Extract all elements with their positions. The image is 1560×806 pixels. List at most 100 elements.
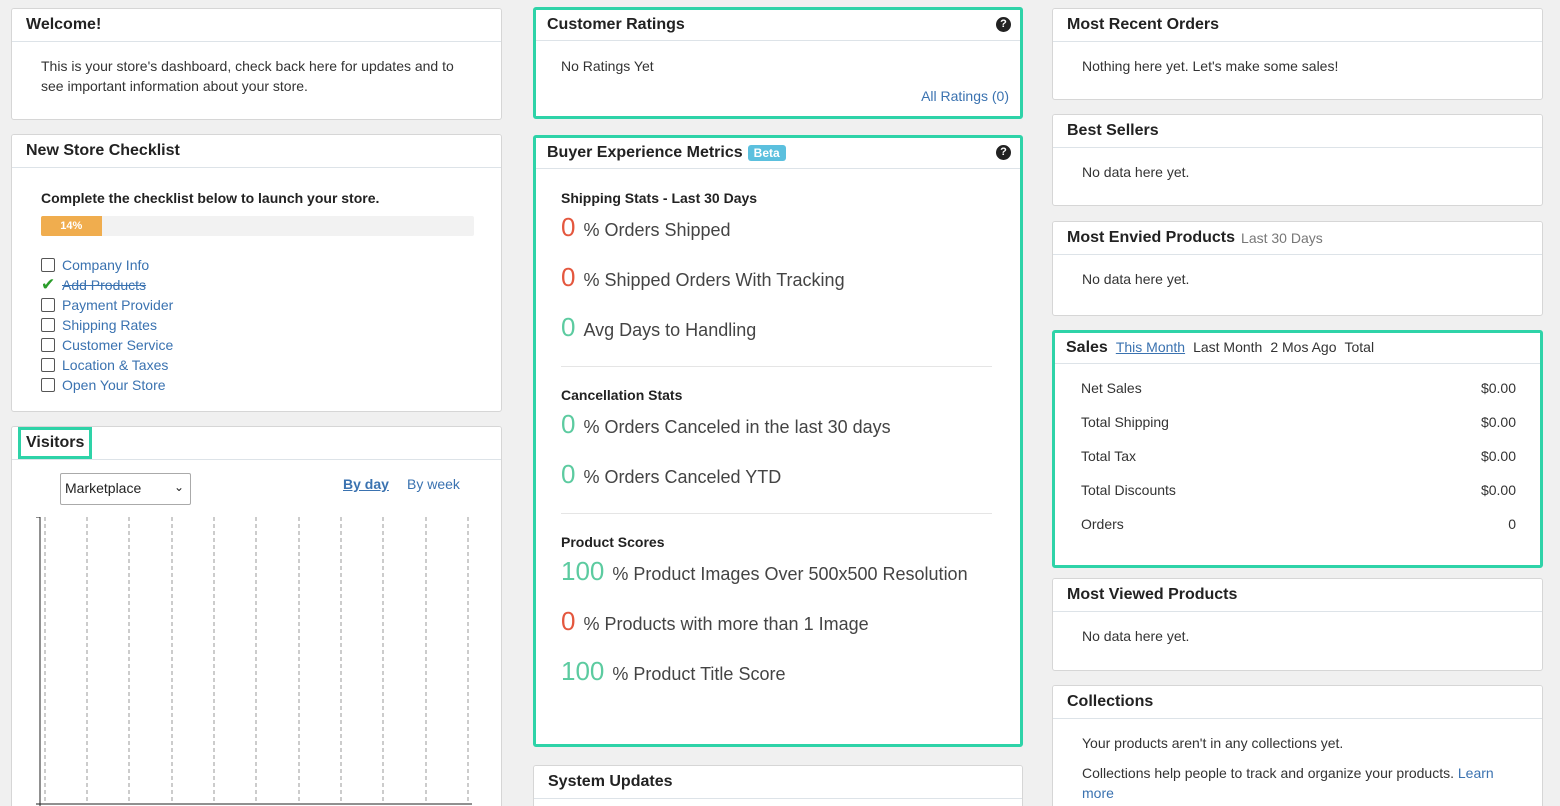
sales-row-value: $0.00	[1480, 414, 1516, 430]
visitors-chart	[36, 517, 472, 806]
visitors-source-value: Marketplace	[65, 480, 142, 496]
metrics-section: Cancellation Stats 0 % Orders Canceled in …	[536, 387, 1020, 509]
sales-row-value: $0.00	[1480, 380, 1516, 396]
help-icon[interactable]: ?	[996, 17, 1011, 32]
checkbox-icon[interactable]	[41, 298, 55, 312]
metric-label: % Product Title Score	[612, 664, 786, 684]
checkbox-icon[interactable]	[41, 358, 55, 372]
checklist-item[interactable]: ✔ Add Products	[41, 275, 472, 295]
metric-row: 0 % Orders Shipped	[561, 212, 992, 262]
ratings-title: Customer Ratings	[547, 16, 685, 33]
visitors-source-select[interactable]: Marketplace ⌄	[60, 473, 191, 505]
metric-row: 0 Avg Days to Handling	[561, 312, 992, 362]
by-week-link[interactable]: By week	[407, 476, 460, 492]
collections-panel: Collections Your products aren't in any …	[1052, 685, 1543, 806]
checklist-item-link[interactable]: Location & Taxes	[62, 355, 168, 375]
by-day-link[interactable]: By day	[343, 476, 389, 492]
sales-tab[interactable]: This Month	[1116, 339, 1185, 355]
customer-ratings-panel: Customer Ratings ? No Ratings Yet All Ra…	[533, 7, 1023, 119]
ratings-empty-text: No Ratings Yet	[561, 58, 654, 74]
checkbox-icon[interactable]	[41, 338, 55, 352]
metric-row: 100 % Product Images Over 500x500 Resolut…	[561, 556, 992, 606]
metric-row: 0 % Products with more than 1 Image	[561, 606, 992, 656]
sales-row-label: Total Discounts	[1081, 482, 1176, 498]
sales-row-label: Total Shipping	[1081, 414, 1169, 430]
checklist-progress-fill: 14%	[41, 216, 102, 236]
collections-title: Collections	[1067, 693, 1154, 710]
metric-label: Avg Days to Handling	[583, 320, 757, 340]
envied-panel: Most Envied Products Last 30 Days No dat…	[1052, 221, 1543, 316]
collections-help-text: Collections help people to track and org…	[1082, 765, 1454, 781]
metric-value: 0	[561, 606, 576, 636]
sales-row: Net Sales $0.00	[1055, 371, 1540, 405]
metric-row: 0 % Orders Canceled YTD	[561, 459, 992, 509]
metric-row: 0 % Orders Canceled in the last 30 days	[561, 409, 992, 459]
metric-row: 0 % Shipped Orders With Tracking	[561, 262, 992, 312]
recent-orders-panel: Most Recent Orders Nothing here yet. Let…	[1052, 8, 1543, 100]
metrics-section-heading: Cancellation Stats	[561, 387, 683, 403]
checkbox-icon[interactable]	[41, 378, 55, 392]
best-sellers-text: No data here yet.	[1082, 164, 1190, 180]
metric-label: % Orders Canceled in the last 30 days	[583, 417, 891, 437]
buyer-metrics-panel: Buyer Experience Metrics Beta ? Shipping…	[533, 135, 1023, 747]
sales-tab[interactable]: Total	[1344, 339, 1374, 355]
metrics-section: Product Scores 100 % Product Images Over 5…	[536, 534, 1020, 706]
help-icon[interactable]: ?	[996, 145, 1011, 160]
checkbox-icon[interactable]	[41, 318, 55, 332]
sales-row-label: Orders	[1081, 516, 1124, 532]
checklist-intro: Complete the checklist below to launch y…	[41, 190, 380, 206]
checklist-item-link[interactable]: Customer Service	[62, 335, 173, 355]
metrics-divider	[561, 366, 992, 367]
sales-row: Total Tax $0.00	[1055, 439, 1540, 473]
metric-label: % Orders Canceled YTD	[583, 467, 782, 487]
sales-tab[interactable]: Last Month	[1193, 339, 1262, 355]
checklist-item-link[interactable]: Open Your Store	[62, 375, 166, 395]
sales-tab[interactable]: 2 Mos Ago	[1270, 339, 1336, 355]
checklist-item-link[interactable]: Payment Provider	[62, 295, 173, 315]
sales-row: Total Discounts $0.00	[1055, 473, 1540, 507]
system-updates-title: System Updates	[548, 773, 673, 790]
all-ratings-link[interactable]: All Ratings (0)	[921, 88, 1009, 104]
sales-row: Orders 0	[1055, 507, 1540, 541]
checklist-item[interactable]: Payment Provider	[41, 295, 472, 315]
collections-empty-text: Your products aren't in any collections …	[1082, 735, 1344, 751]
sales-title: Sales	[1066, 339, 1108, 356]
sales-row-label: Total Tax	[1081, 448, 1136, 464]
welcome-title: Welcome!	[26, 16, 102, 33]
best-sellers-title: Best Sellers	[1067, 122, 1159, 139]
metric-row: 100 % Product Title Score	[561, 656, 992, 706]
checklist-item-link[interactable]: Company Info	[62, 255, 149, 275]
viewed-panel: Most Viewed Products No data here yet.	[1052, 578, 1543, 671]
checklist-progress-bar: 14%	[41, 216, 474, 236]
viewed-title: Most Viewed Products	[1067, 586, 1238, 603]
checklist-item[interactable]: Company Info	[41, 255, 472, 275]
metrics-divider	[561, 513, 992, 514]
chart-gridlines	[44, 517, 469, 804]
checklist-item[interactable]: Location & Taxes	[41, 355, 472, 375]
sales-panel: Sales This Month Last Month 2 Mos Ago Total…	[1052, 330, 1543, 568]
metric-value: 0	[561, 212, 576, 242]
metric-label: % Products with more than 1 Image	[583, 614, 869, 634]
envied-title: Most Envied Products	[1067, 229, 1236, 246]
metric-value: 0	[561, 312, 576, 342]
welcome-panel: Welcome! This is your store's dashboard,…	[11, 8, 502, 120]
visitors-panel: Visitors Marketplace ⌄ By day By week	[11, 426, 502, 806]
checklist-item[interactable]: Open Your Store	[41, 375, 472, 395]
checklist-item[interactable]: Shipping Rates	[41, 315, 472, 335]
checklist-item[interactable]: Customer Service	[41, 335, 472, 355]
chevron-down-icon: ⌄	[173, 480, 184, 494]
checklist-item-link[interactable]: Shipping Rates	[62, 315, 157, 335]
checkmark-icon: ✔	[41, 275, 56, 294]
metrics-section: Shipping Stats - Last 30 Days 0 % Orders S…	[536, 190, 1020, 362]
beta-badge: Beta	[747, 145, 786, 161]
welcome-text: This is your store's dashboard, check ba…	[41, 58, 454, 94]
metrics-section-heading: Shipping Stats - Last 30 Days	[561, 190, 758, 206]
metric-label: % Product Images Over 500x500 Resolution	[612, 564, 968, 584]
recent-orders-text: Nothing here yet. Let's make some sales!	[1082, 58, 1339, 74]
metric-value: 100	[561, 556, 605, 586]
checklist-item-link[interactable]: Add Products	[62, 275, 146, 295]
sales-row-value: $0.00	[1480, 482, 1516, 498]
checklist-panel: New Store Checklist Complete the checkli…	[11, 134, 502, 412]
metric-label: % Orders Shipped	[583, 220, 731, 240]
checkbox-icon[interactable]	[41, 258, 55, 272]
